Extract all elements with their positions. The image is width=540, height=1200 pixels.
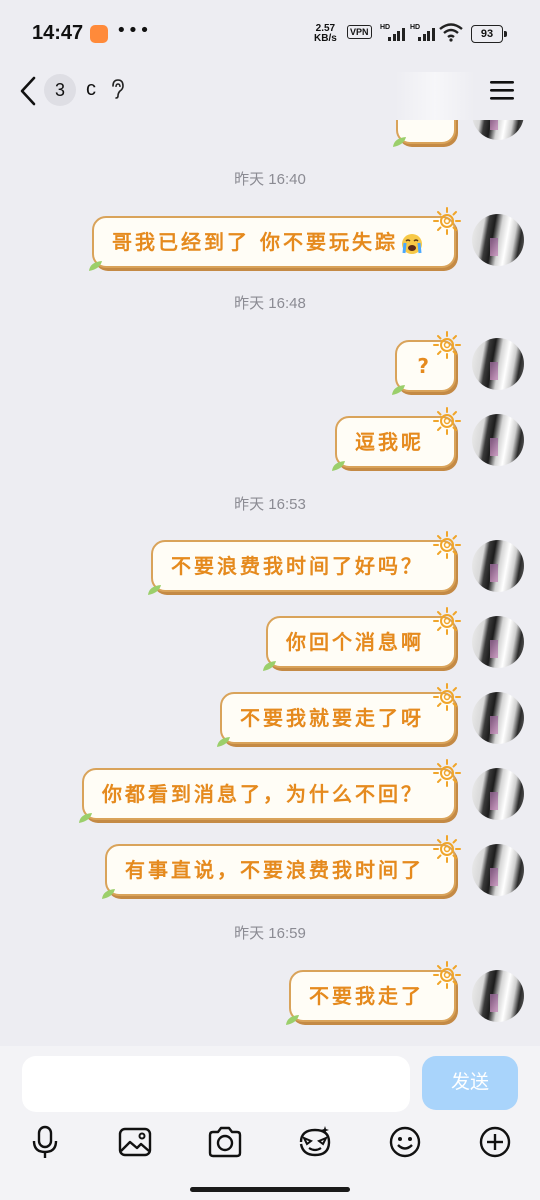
ear-icon[interactable]: [110, 78, 126, 100]
leaf-icon: [79, 813, 92, 823]
message-text: 有事直说，不要浪费我时间了: [125, 858, 424, 882]
leaf-icon: [263, 661, 276, 671]
leaf-icon: [393, 137, 406, 147]
avatar[interactable]: [472, 616, 524, 668]
message-bubble[interactable]: 不要浪费我时间了好吗？: [148, 531, 461, 595]
signal-icon: HD: [410, 24, 436, 42]
crying-emoji-icon: [402, 233, 422, 254]
message-bubble[interactable]: 有事直说，不要浪费我时间了: [102, 835, 461, 899]
sun-icon: [433, 683, 461, 711]
wifi-icon: [439, 23, 463, 42]
message-text: 不要浪费我时间了好吗？: [171, 554, 424, 578]
avatar[interactable]: [472, 768, 524, 820]
sun-icon: [433, 835, 461, 863]
message-text: 逗我呢: [355, 430, 424, 454]
avatar[interactable]: [472, 844, 524, 896]
chat-header: 3 c: [0, 64, 540, 120]
status-bar: 14:47 ••• 2.57 KB/s VPN HD HD 93: [0, 0, 540, 64]
message-bubble-partial[interactable]: [393, 120, 456, 147]
back-button[interactable]: [16, 74, 40, 108]
leaf-icon: [332, 461, 345, 471]
leaf-icon: [217, 737, 230, 747]
avatar[interactable]: [472, 120, 524, 140]
message-text: 哥我已经到了 你不要玩失踪: [112, 230, 398, 254]
image-icon[interactable]: [115, 1122, 155, 1162]
message-bubble[interactable]: 逗我呢: [332, 407, 461, 471]
avatar[interactable]: [472, 338, 524, 390]
timestamp: 昨天 16:40: [234, 171, 306, 188]
leaf-icon: [148, 585, 161, 595]
vpn-badge: VPN: [347, 25, 372, 39]
input-bar: 发送: [0, 1046, 540, 1200]
leaf-icon: [102, 889, 115, 899]
message-bubble[interactable]: 不要我就要走了呀: [217, 683, 461, 747]
timestamp: 昨天 16:48: [234, 295, 306, 312]
sun-icon: [433, 531, 461, 559]
message-text: 你回个消息啊: [286, 630, 424, 654]
timestamp: 昨天 16:59: [234, 925, 306, 942]
chat-title[interactable]: c: [86, 78, 96, 101]
leaf-icon: [286, 1015, 299, 1025]
plus-icon[interactable]: [475, 1122, 515, 1162]
battery-icon: 93: [471, 25, 507, 43]
message-bubble[interactable]: 不要我走了: [286, 961, 461, 1025]
camera-icon[interactable]: [205, 1122, 245, 1162]
message-list[interactable]: 昨天 16:40 哥我已经到了 你不要玩失踪 昨天 16:48 ? 逗我呢 昨天…: [0, 120, 540, 1050]
leaf-icon: [392, 385, 406, 395]
message-bubble[interactable]: ?: [392, 331, 461, 395]
sun-icon: [433, 759, 461, 787]
avatar[interactable]: [472, 692, 524, 744]
message-text: 你都看到消息了，为什么不回？: [102, 782, 424, 806]
status-time: 14:47: [32, 22, 84, 44]
network-speed: 2.57 KB/s: [314, 24, 337, 44]
signal-icon: HD: [380, 24, 406, 42]
menu-icon[interactable]: [488, 76, 516, 104]
sun-icon: [433, 207, 461, 235]
message-bubble[interactable]: 你回个消息啊: [263, 607, 461, 671]
app-notification-icon: [90, 25, 108, 43]
more-notifications-icon: •••: [116, 20, 151, 41]
avatar[interactable]: [472, 414, 524, 466]
sun-icon: [433, 407, 461, 435]
timestamp: 昨天 16:53: [234, 496, 306, 513]
message-text: 不要我走了: [309, 984, 424, 1008]
avatar[interactable]: [472, 540, 524, 592]
header-decoration: [395, 72, 475, 120]
message-text: ?: [417, 354, 432, 378]
sun-icon: [433, 607, 461, 635]
sun-icon: [433, 961, 461, 989]
send-button[interactable]: 发送: [422, 1056, 518, 1110]
emoji-icon[interactable]: [385, 1122, 425, 1162]
home-indicator: [190, 1187, 350, 1192]
avatar[interactable]: [472, 970, 524, 1022]
message-bubble[interactable]: 哥我已经到了 你不要玩失踪: [89, 207, 461, 271]
message-input[interactable]: [22, 1056, 410, 1112]
message-text: 不要我就要走了呀: [240, 706, 424, 730]
sticker-icon[interactable]: [295, 1122, 335, 1162]
unread-count-badge[interactable]: 3: [44, 74, 76, 106]
leaf-icon: [89, 261, 103, 271]
microphone-icon[interactable]: [25, 1122, 65, 1162]
message-bubble[interactable]: 你都看到消息了，为什么不回？: [79, 759, 461, 823]
network-speed-unit: KB/s: [314, 33, 337, 44]
avatar[interactable]: [472, 214, 524, 266]
sun-icon: [433, 331, 461, 359]
